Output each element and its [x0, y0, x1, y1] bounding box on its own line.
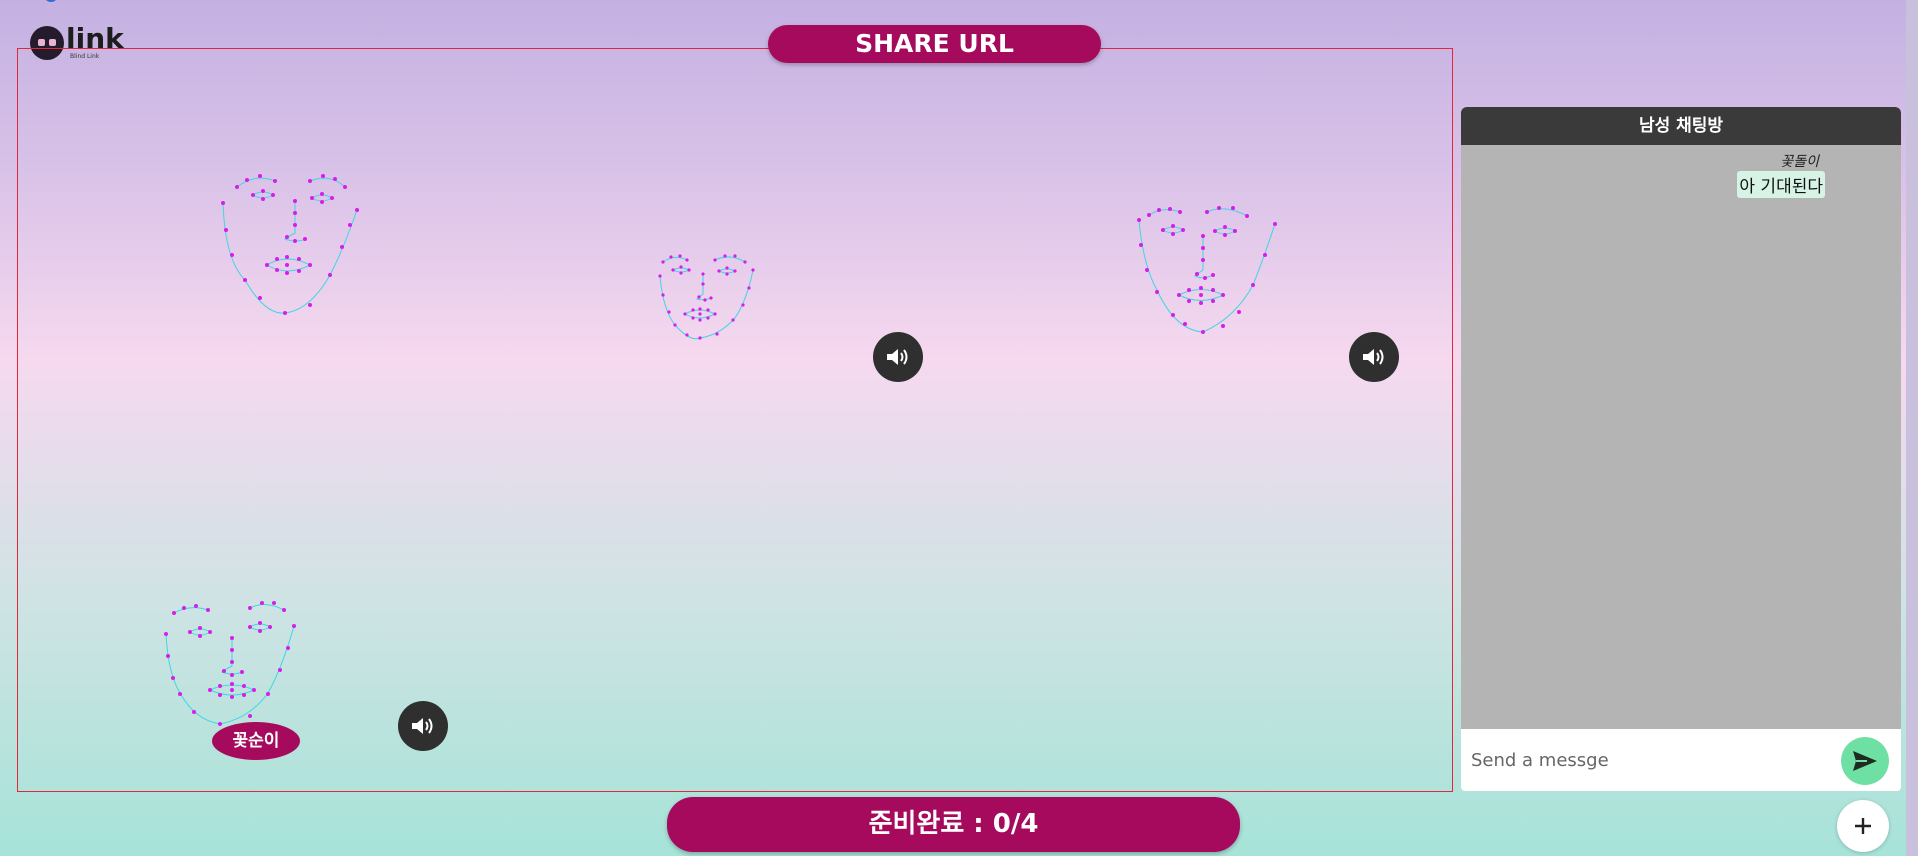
speaker-icon [887, 349, 908, 365]
browser-indicator [44, 0, 58, 2]
message-input[interactable] [1469, 739, 1843, 781]
chat-messages: 꽃돌이 아 기대된다 [1461, 145, 1901, 729]
message-bubble: 아 기대된다 [1737, 171, 1825, 198]
sound-button-1[interactable] [873, 332, 923, 382]
face-mask-3 [1137, 206, 1277, 334]
logo-eye-right [49, 39, 56, 46]
plus-icon [1855, 818, 1871, 834]
share-url-button[interactable]: SHARE URL [768, 25, 1101, 63]
participant-name-tag: 꽃순이 [212, 722, 300, 760]
sound-button-2[interactable] [1349, 332, 1399, 382]
sound-button-3[interactable] [398, 701, 448, 751]
chat-title: 남성 채팅방 [1461, 107, 1901, 145]
logo-eye-left [38, 39, 45, 46]
page-scrollbar[interactable] [1906, 0, 1918, 856]
speaker-icon [1363, 349, 1384, 365]
speaker-icon [412, 718, 433, 734]
face-mask-1 [221, 174, 359, 315]
message-sender: 꽃돌이 [1780, 154, 1819, 170]
face-mask-4 [164, 601, 296, 726]
face-mask-2 [658, 254, 755, 340]
ready-status-button[interactable]: 준비완료 : 0/4 [667, 797, 1240, 852]
add-button[interactable] [1837, 800, 1889, 852]
chat-input-bar [1461, 729, 1901, 791]
chat-panel: 남성 채팅방 꽃돌이 아 기대된다 [1461, 107, 1901, 791]
send-arrow-icon [1853, 751, 1877, 771]
send-button[interactable] [1841, 737, 1889, 785]
